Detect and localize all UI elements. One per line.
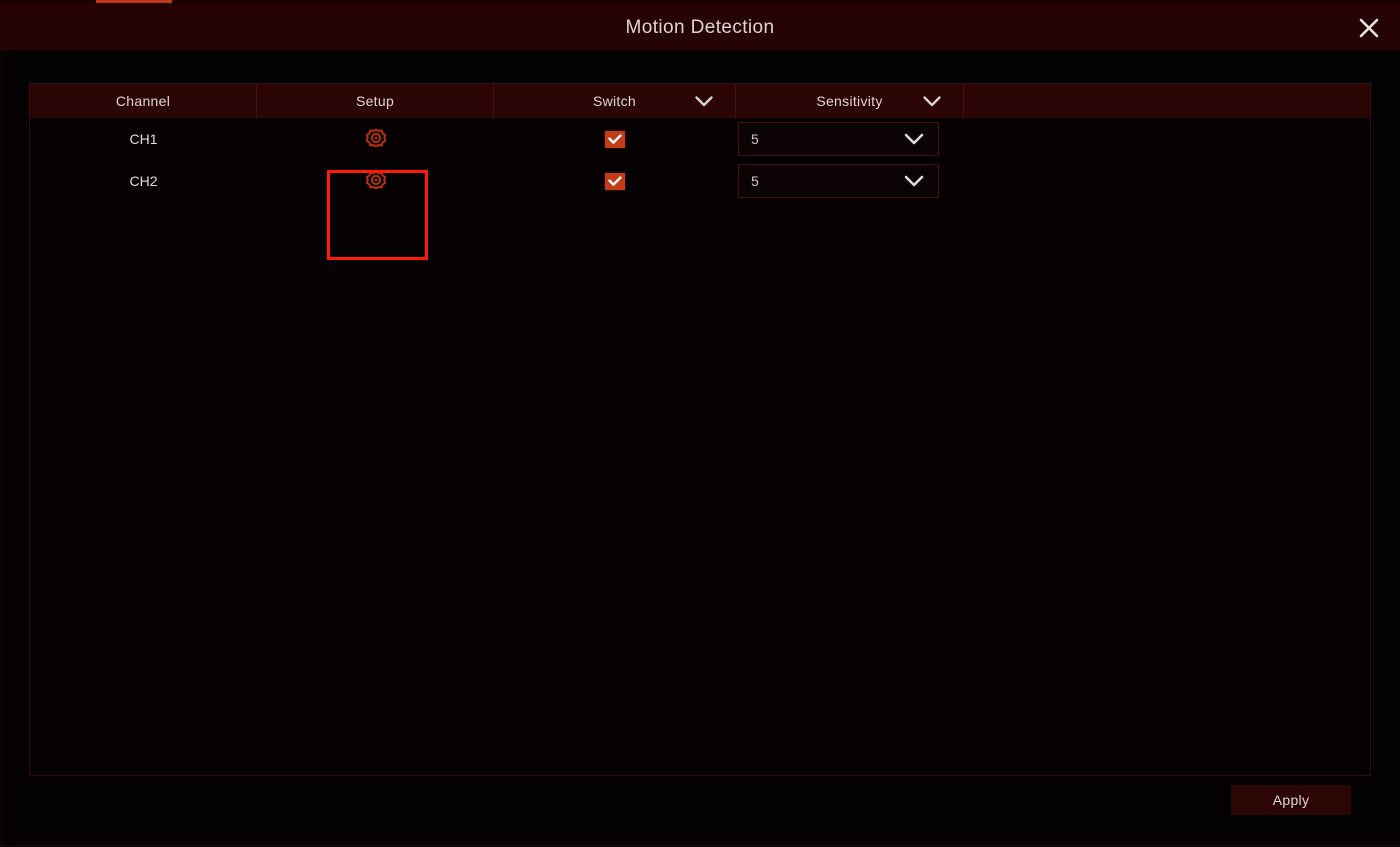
cell-spacer	[964, 118, 1370, 160]
sensitivity-column-chevron-down-icon[interactable]	[923, 84, 941, 118]
window-title-bar: Motion Detection	[0, 4, 1400, 51]
sensitivity-select[interactable]: 5	[738, 122, 939, 156]
window-body: Channel Setup Switch Sensitivity CH1 5 C…	[0, 51, 1400, 847]
table-header-row: Channel Setup Switch Sensitivity	[30, 84, 1370, 118]
column-header-channel-label: Channel	[115, 93, 171, 109]
left-edge-rule	[0, 52, 1, 847]
column-header-spacer	[964, 84, 1370, 118]
switch-checkbox[interactable]	[605, 130, 625, 148]
sensitivity-select[interactable]: 5	[738, 164, 939, 198]
page-title: Motion Detection	[625, 17, 775, 38]
motion-detection-table-panel: Channel Setup Switch Sensitivity CH1 5 C…	[29, 83, 1371, 776]
cell-setup	[257, 160, 494, 202]
sensitivity-chevron-down-icon[interactable]	[904, 123, 924, 155]
cell-switch	[494, 160, 736, 202]
cell-switch	[494, 118, 736, 160]
gear-icon[interactable]	[358, 121, 394, 157]
cell-channel: CH1	[30, 118, 257, 160]
table-row: CH1 5	[30, 118, 1370, 160]
cell-channel: CH2	[30, 160, 257, 202]
sensitivity-value: 5	[751, 131, 759, 147]
channel-label: CH1	[129, 131, 158, 147]
column-header-channel: Channel	[30, 84, 257, 118]
column-header-switch-label: Switch	[592, 93, 637, 109]
column-header-sensitivity: Sensitivity	[736, 84, 964, 118]
close-icon[interactable]	[1352, 11, 1386, 45]
column-header-sensitivity-label: Sensitivity	[816, 93, 883, 109]
switch-column-chevron-down-icon[interactable]	[695, 84, 713, 118]
cell-sensitivity: 5	[736, 160, 964, 202]
gear-icon[interactable]	[358, 163, 394, 199]
column-header-switch: Switch	[494, 84, 736, 118]
switch-checkbox[interactable]	[605, 172, 625, 190]
table-body: CH1 5 CH2 5	[30, 118, 1370, 202]
apply-button[interactable]: Apply	[1231, 785, 1351, 815]
channel-label: CH2	[129, 173, 158, 189]
column-header-setup-label: Setup	[355, 93, 395, 109]
cell-spacer	[964, 160, 1370, 202]
sensitivity-value: 5	[751, 173, 759, 189]
column-header-setup: Setup	[257, 84, 494, 118]
sensitivity-chevron-down-icon[interactable]	[904, 165, 924, 197]
active-tab-indicator	[96, 0, 172, 3]
table-row: CH2 5	[30, 160, 1370, 202]
cell-sensitivity: 5	[736, 118, 964, 160]
cell-setup	[257, 118, 494, 160]
